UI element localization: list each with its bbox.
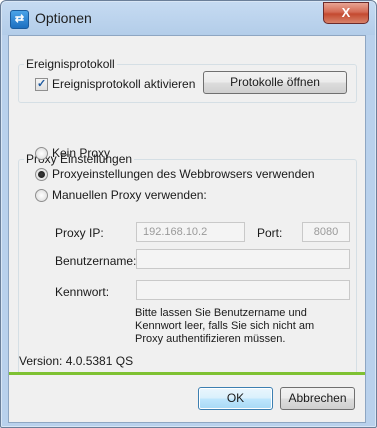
button-bar: OK Abbrechen: [9, 375, 365, 422]
event-log-group-title: Ereignisprotokoll: [26, 57, 115, 71]
radio-manual-proxy-label[interactable]: Manuellen Proxy verwenden:: [52, 188, 207, 202]
password-input[interactable]: [136, 280, 350, 300]
password-label: Kennwort:: [55, 285, 110, 299]
enable-log-checkbox[interactable]: ✓: [35, 78, 48, 91]
options-dialog: ⇄ Optionen X Ereignisprotokoll ✓ Ereigni…: [0, 0, 377, 428]
checkmark-icon: ✓: [37, 78, 47, 90]
cancel-button[interactable]: Abbrechen: [280, 387, 355, 410]
dialog-title: Optionen: [35, 10, 92, 26]
radio-browser-proxy[interactable]: [35, 168, 48, 181]
radio-browser-proxy-label[interactable]: Proxyeinstellungen des Webbrowsers verwe…: [52, 167, 315, 181]
username-label: Benutzername:: [55, 254, 137, 268]
proxy-ip-input[interactable]: 192.168.10.2: [136, 222, 245, 242]
title-bar[interactable]: ⇄ Optionen X: [1, 1, 376, 35]
close-button[interactable]: X: [323, 2, 369, 24]
radio-manual-proxy[interactable]: [35, 189, 48, 202]
radio-no-proxy[interactable]: [35, 147, 48, 160]
ok-button[interactable]: OK: [198, 387, 273, 410]
proxy-hint-text: Bitte lassen Sie Benutzername und Kennwo…: [135, 307, 315, 345]
enable-log-label[interactable]: Ereignisprotokoll aktivieren: [52, 77, 195, 91]
port-input[interactable]: 8080: [302, 222, 350, 242]
version-label: Version: 4.0.5381 QS: [19, 354, 134, 368]
dialog-client-area: Ereignisprotokoll ✓ Ereignisprotokoll ak…: [8, 35, 366, 423]
port-label: Port:: [257, 226, 283, 240]
radio-selected-dot: [38, 171, 45, 178]
teamviewer-icon: ⇄: [10, 10, 29, 29]
open-logs-button[interactable]: Protokolle öffnen: [203, 71, 347, 94]
proxy-ip-label: Proxy IP:: [55, 226, 104, 240]
username-input[interactable]: [136, 249, 350, 269]
radio-no-proxy-label[interactable]: Kein Proxy: [52, 146, 110, 160]
